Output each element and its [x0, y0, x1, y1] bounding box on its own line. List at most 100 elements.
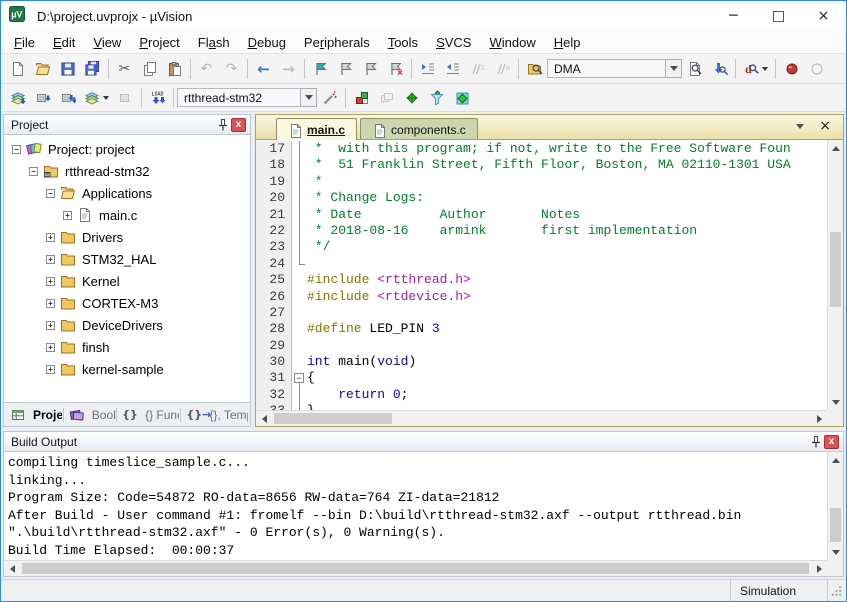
- resize-grip-icon[interactable]: [828, 580, 846, 601]
- enable-breakpoint-button[interactable]: [804, 57, 829, 81]
- manage-project-items-button[interactable]: [349, 86, 374, 110]
- menu-flash[interactable]: Flash: [189, 33, 239, 52]
- editor-hscroll-thumb[interactable]: [274, 413, 392, 424]
- save-button[interactable]: [55, 57, 80, 81]
- quick-find-button[interactable]: d: [739, 57, 772, 81]
- editor-horizontal-scrollbar[interactable]: [256, 410, 827, 426]
- menu-project[interactable]: Project: [130, 33, 188, 52]
- tree-item-kernel[interactable]: +Kernel: [4, 270, 250, 292]
- tree-item-kernel-sample[interactable]: +kernel-sample: [4, 358, 250, 380]
- scroll-up-icon[interactable]: [828, 452, 844, 468]
- code-line-20[interactable]: 20 * Change Logs:: [256, 190, 827, 206]
- tree-item-applications[interactable]: −Applications: [4, 182, 250, 204]
- next-bookmark-button[interactable]: [358, 57, 383, 81]
- tree-item-cortex-m3[interactable]: +CORTEX-M3: [4, 292, 250, 314]
- build-button[interactable]: [30, 86, 55, 110]
- output-horizontal-scrollbar[interactable]: [4, 560, 827, 576]
- code-line-29[interactable]: 29: [256, 338, 827, 354]
- pack-installer-button[interactable]: [449, 86, 474, 110]
- sidebar-tab-books[interactable]: Books: [65, 405, 115, 424]
- batch-build-button[interactable]: [80, 86, 113, 110]
- code-line-28[interactable]: 28#define LED_PIN 3: [256, 321, 827, 337]
- menu-svcs[interactable]: SVCS: [427, 33, 480, 52]
- code-line-27[interactable]: 27: [256, 305, 827, 321]
- scroll-down-icon[interactable]: [828, 544, 844, 560]
- tree-item-project-project[interactable]: −Project: project: [4, 138, 250, 160]
- tree-expander-icon[interactable]: +: [46, 233, 55, 242]
- open-file-button[interactable]: [30, 57, 55, 81]
- tree-item-stm32-hal[interactable]: +STM32_HAL: [4, 248, 250, 270]
- scroll-right-icon[interactable]: [811, 561, 827, 577]
- code-line-26[interactable]: 26#include <rtdevice.h>: [256, 289, 827, 305]
- navigate-back-button[interactable]: ←: [251, 57, 276, 81]
- menu-help[interactable]: Help: [545, 33, 590, 52]
- menu-file[interactable]: File: [5, 33, 44, 52]
- fold-collapse-icon[interactable]: −: [294, 373, 304, 383]
- indent-button[interactable]: [415, 57, 440, 81]
- editor-vertical-scrollbar[interactable]: [827, 140, 843, 410]
- tree-expander-icon[interactable]: +: [46, 365, 55, 374]
- code-line-19[interactable]: 19 *: [256, 174, 827, 190]
- find-in-files-button[interactable]: [522, 57, 547, 81]
- new-file-button[interactable]: [5, 57, 30, 81]
- maximize-button[interactable]: □: [756, 1, 801, 31]
- code-line-30[interactable]: 30int main(void): [256, 354, 827, 370]
- minimize-button[interactable]: ─: [711, 1, 756, 31]
- tab-list-icon[interactable]: [796, 124, 804, 129]
- menu-tools[interactable]: Tools: [379, 33, 427, 52]
- manage-run-time-environment-button[interactable]: [399, 86, 424, 110]
- tree-item-finsh[interactable]: +finsh: [4, 336, 250, 358]
- scroll-right-icon[interactable]: [811, 411, 827, 427]
- tree-expander-icon[interactable]: −: [46, 189, 55, 198]
- target-select-combo[interactable]: rtthread-stm32: [177, 88, 300, 107]
- code-line-25[interactable]: 25#include <rtthread.h>: [256, 272, 827, 288]
- tree-expander-icon[interactable]: −: [29, 167, 38, 176]
- options-for-target-button[interactable]: [317, 86, 342, 110]
- select-software-packs-button[interactable]: [424, 86, 449, 110]
- close-button[interactable]: ×: [801, 1, 846, 31]
- code-line-17[interactable]: 17 * with this program; if not, write to…: [256, 141, 827, 157]
- tree-item-devicedrivers[interactable]: +DeviceDrivers: [4, 314, 250, 336]
- code-area[interactable]: 17 * with this program; if not, write to…: [255, 139, 844, 427]
- tree-expander-icon[interactable]: +: [46, 321, 55, 330]
- menu-edit[interactable]: Edit: [44, 33, 84, 52]
- menu-peripherals[interactable]: Peripherals: [295, 33, 379, 52]
- code-line-31[interactable]: 31−{: [256, 370, 827, 386]
- menu-debug[interactable]: Debug: [239, 33, 295, 52]
- menu-view[interactable]: View: [84, 33, 130, 52]
- download-button[interactable]: LOAD: [145, 86, 170, 110]
- pin-icon[interactable]: [215, 117, 231, 132]
- scroll-down-icon[interactable]: [828, 394, 844, 410]
- output-vscroll-thumb[interactable]: [830, 508, 841, 542]
- code-line-32[interactable]: 32 return 0;: [256, 387, 827, 403]
- pin-icon[interactable]: [808, 434, 824, 449]
- code-line-18[interactable]: 18 * 51 Franklin Street, Fifth Floor, Bo…: [256, 157, 827, 173]
- sidebar-tab-project[interactable]: Project: [6, 405, 62, 424]
- sidebar-tab-temp[interactable]: {}→{}, Temp...: [182, 405, 248, 424]
- tree-expander-icon[interactable]: +: [63, 211, 72, 220]
- search-combo[interactable]: DMA: [547, 59, 665, 78]
- tree-expander-icon[interactable]: +: [46, 343, 55, 352]
- translate-button[interactable]: [5, 86, 30, 110]
- unindent-button[interactable]: [440, 57, 465, 81]
- scroll-left-icon[interactable]: [4, 561, 20, 577]
- code-line-24[interactable]: 24: [256, 256, 827, 272]
- code-line-23[interactable]: 23 */: [256, 239, 827, 255]
- editor-tab-main-c[interactable]: main.c: [276, 118, 357, 140]
- titlebar[interactable]: µV D:\project.uvprojx - µVision ─□×: [1, 1, 846, 31]
- tree-expander-icon[interactable]: +: [46, 277, 55, 286]
- toggle-bookmark-button[interactable]: [308, 57, 333, 81]
- project-panel-close-button[interactable]: x: [231, 118, 246, 132]
- clear-bookmarks-button[interactable]: [383, 57, 408, 81]
- insert-breakpoint-button[interactable]: [779, 57, 804, 81]
- tree-item-drivers[interactable]: +Drivers: [4, 226, 250, 248]
- menu-window[interactable]: Window: [480, 33, 544, 52]
- tree-expander-icon[interactable]: +: [46, 299, 55, 308]
- save-all-button[interactable]: [80, 57, 105, 81]
- editor-vscroll-thumb[interactable]: [830, 232, 841, 308]
- copy-button[interactable]: [137, 57, 162, 81]
- code-line-22[interactable]: 22 * 2018-08-16 armink first implementat…: [256, 223, 827, 239]
- output-vertical-scrollbar[interactable]: [827, 452, 843, 560]
- tree-item-rtthread-stm32[interactable]: −rtthread-stm32: [4, 160, 250, 182]
- scroll-up-icon[interactable]: [828, 140, 844, 156]
